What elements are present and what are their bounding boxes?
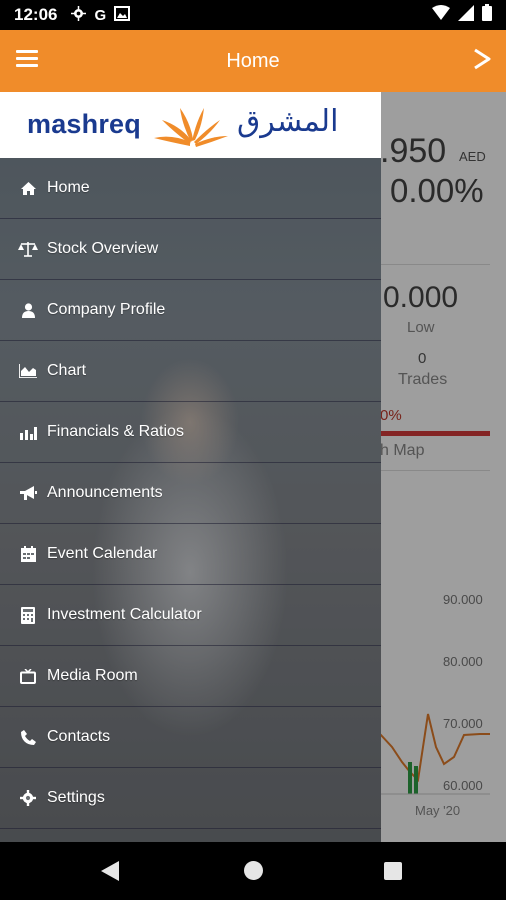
home-icon [18,181,38,195]
drawer-item-label: Investment Calculator [47,606,202,623]
back-icon[interactable] [101,861,119,886]
app-bar: Home [0,30,506,92]
photo-icon [114,5,131,25]
drawer-item-label: Event Calendar [47,545,158,562]
drawer-item-settings[interactable]: Settings [0,768,381,829]
gear-icon [18,790,38,806]
drawer-item-home[interactable]: Home [0,158,381,219]
drawer-item-label: Stock Overview [47,240,159,257]
drawer-item-financials-ratios[interactable]: Financials & Ratios [0,402,381,463]
drawer-item-label: Financials & Ratios [47,423,184,440]
wifi-icon [432,5,450,25]
drawer-item-announcements[interactable]: Announcements [0,463,381,524]
drawer-item-contacts[interactable]: Contacts [0,707,381,768]
battery-icon [482,4,492,26]
status-time: 12:06 [14,5,58,24]
google-icon: G [94,6,107,24]
chevron-right-icon[interactable] [472,47,492,76]
scale-icon [18,241,38,257]
calendar-icon [18,546,38,562]
status-bar: 12:06 G [0,0,506,30]
drawer-item-label: Chart [47,362,87,379]
megaphone-icon [18,485,38,501]
system-nav-bar [0,842,506,900]
home-circle-icon[interactable] [244,861,263,880]
drawer-item-label: Media Room [47,667,138,684]
drawer-item-event-calendar[interactable]: Event Calendar [0,524,381,585]
drawer-item-company-profile[interactable]: Company Profile [0,280,381,341]
hamburger-icon[interactable] [16,50,38,68]
drawer-item-chart[interactable]: Chart [0,341,381,402]
gear-icon [71,5,87,25]
mashreq-logo-icon [154,108,228,147]
drawer-item-investment-calculator[interactable]: Investment Calculator [0,585,381,646]
drawer-item-stock-overview[interactable]: Stock Overview [0,219,381,280]
drawer-item-label: Contacts [47,728,111,745]
drawer-menu: Home Stock Overview Company Profile Char… [0,158,381,829]
page-title: Home [226,49,280,72]
drawer-item-label: Company Profile [47,301,166,318]
recents-icon[interactable] [384,862,402,880]
drawer-item-label: Announcements [47,484,163,501]
bar-chart-icon [18,425,38,440]
brand-header: mashreq المشرق [0,92,381,158]
cellular-icon [458,4,474,26]
navigation-drawer: mashreq المشرق Home Stock Overview Compa… [0,92,381,842]
drawer-item-label: Home [47,179,90,196]
tv-icon [18,668,38,684]
area-chart-icon [18,364,38,378]
phone-icon [18,729,38,745]
calculator-icon [18,606,38,624]
person-icon [18,302,38,318]
drawer-item-label: Settings [47,789,105,806]
brand-name-en: mashreq [27,109,141,139]
brand-name-ar: المشرق [237,104,339,139]
drawer-item-media-room[interactable]: Media Room [0,646,381,707]
